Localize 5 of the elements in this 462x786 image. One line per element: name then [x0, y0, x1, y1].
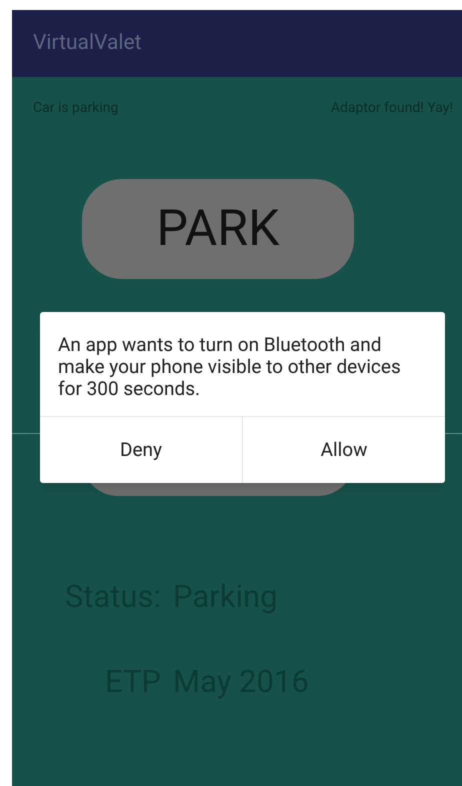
dialog-button[interactable]: Deny	[40, 417, 242, 483]
dialog-button[interactable]: Allow	[242, 417, 445, 483]
dialog-message: An app wants to turn on Bluetooth and make your phone visible to other devices for 300 seconds.	[57, 332, 402, 402]
park-button[interactable]: PARK	[82, 179, 354, 279]
app-title: VirtualValet	[33, 30, 142, 57]
